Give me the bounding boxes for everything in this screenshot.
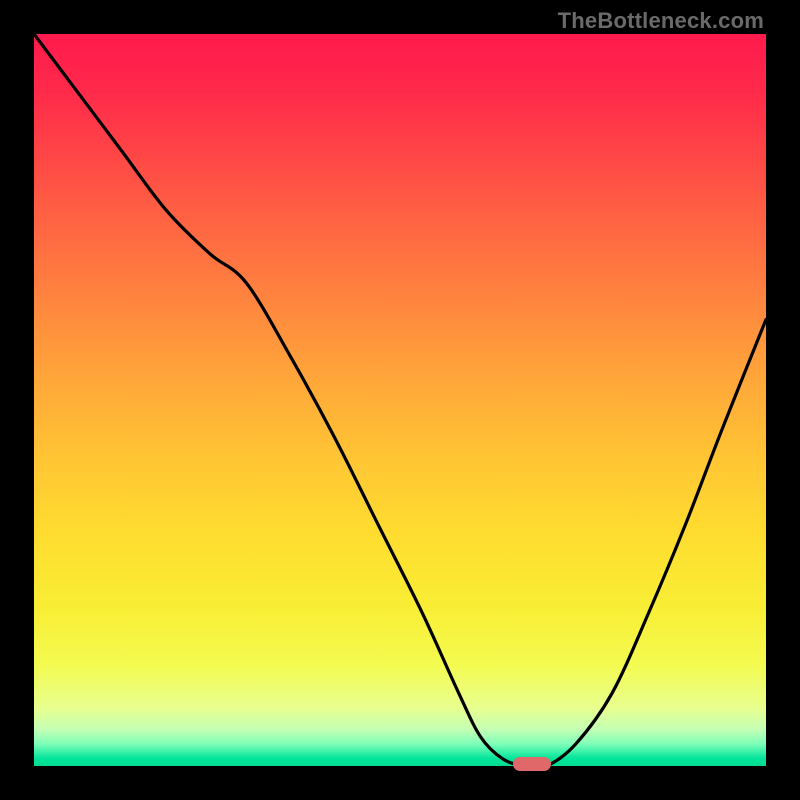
optimum-marker — [513, 757, 551, 771]
watermark-text: TheBottleneck.com — [558, 8, 764, 34]
bottleneck-curve — [34, 34, 766, 766]
